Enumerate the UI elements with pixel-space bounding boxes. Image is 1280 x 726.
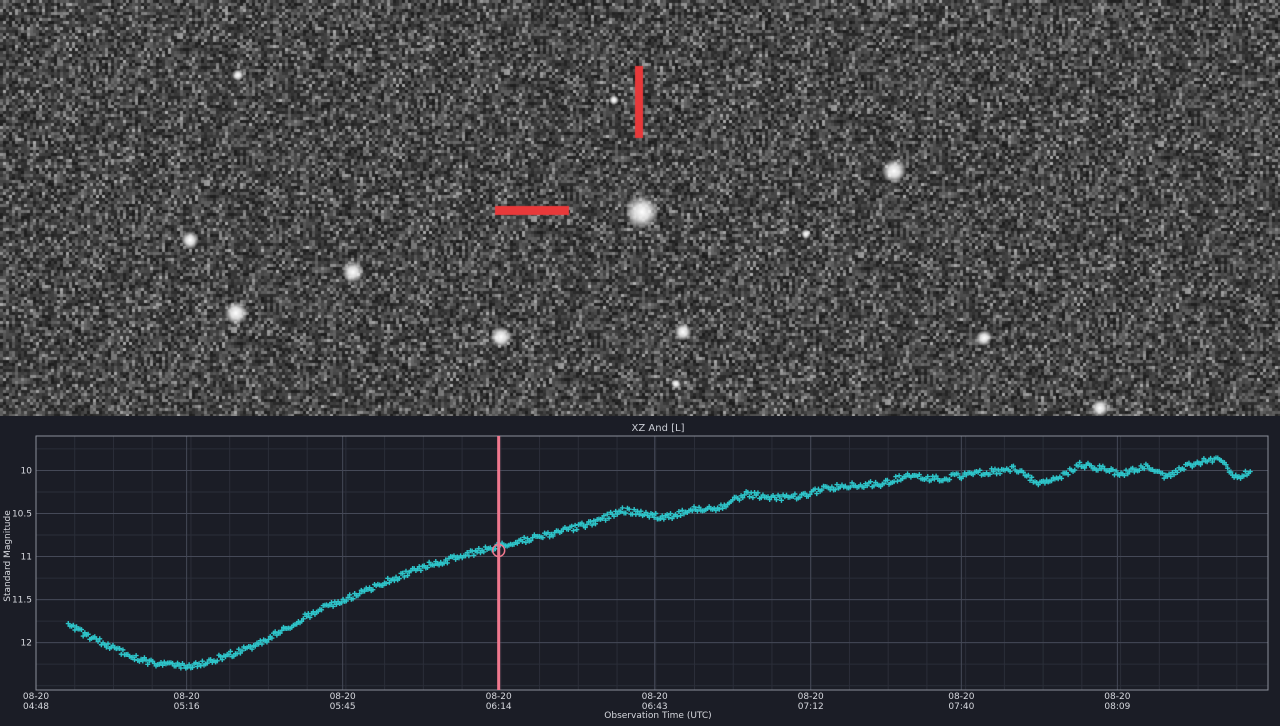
light-curve-panel: XZ And [L] 10 10.5 11 11.5 12 08-20 04:48 08-2…: [0, 416, 1280, 726]
y-axis-title: Standard Magnitude: [3, 510, 13, 602]
x-tick-label-time: 05:45: [330, 702, 356, 712]
x-tick-label-date: 08-20: [1104, 692, 1130, 702]
x-tick-label-date: 08-20: [642, 692, 668, 702]
x-tick-label-date: 08-20: [948, 692, 974, 702]
y-tick-label: 11: [21, 553, 32, 563]
x-tick-label-time: 07:40: [948, 702, 974, 712]
x-tick-label-date: 08-20: [23, 692, 49, 702]
y-tick-label: 10: [21, 466, 33, 476]
x-tick-label-date: 08-20: [330, 692, 356, 702]
x-axis-title: Observation Time (UTC): [604, 711, 711, 721]
x-tick-label-time: 08:09: [1104, 702, 1130, 712]
y-tick-label: 11.5: [12, 596, 32, 606]
y-tick-label: 12: [21, 639, 32, 649]
star-field-image: [0, 0, 1280, 416]
y-tick-label: 10.5: [12, 509, 32, 519]
x-tick-label-time: 06:14: [486, 702, 512, 712]
light-curve-chart[interactable]: XZ And [L] 1010.51111.512 08-2004:4808-2…: [0, 416, 1280, 726]
x-tick-label-time: 07:12: [798, 702, 824, 712]
chart-title: XZ And [L]: [632, 423, 685, 434]
x-tick-label-date: 08-20: [798, 692, 824, 702]
x-tick-label-date: 08-20: [174, 692, 200, 702]
x-tick-label-time: 04:48: [23, 702, 49, 712]
x-tick-label-date: 08-20: [486, 692, 512, 702]
x-tick-label-time: 05:16: [174, 702, 200, 712]
